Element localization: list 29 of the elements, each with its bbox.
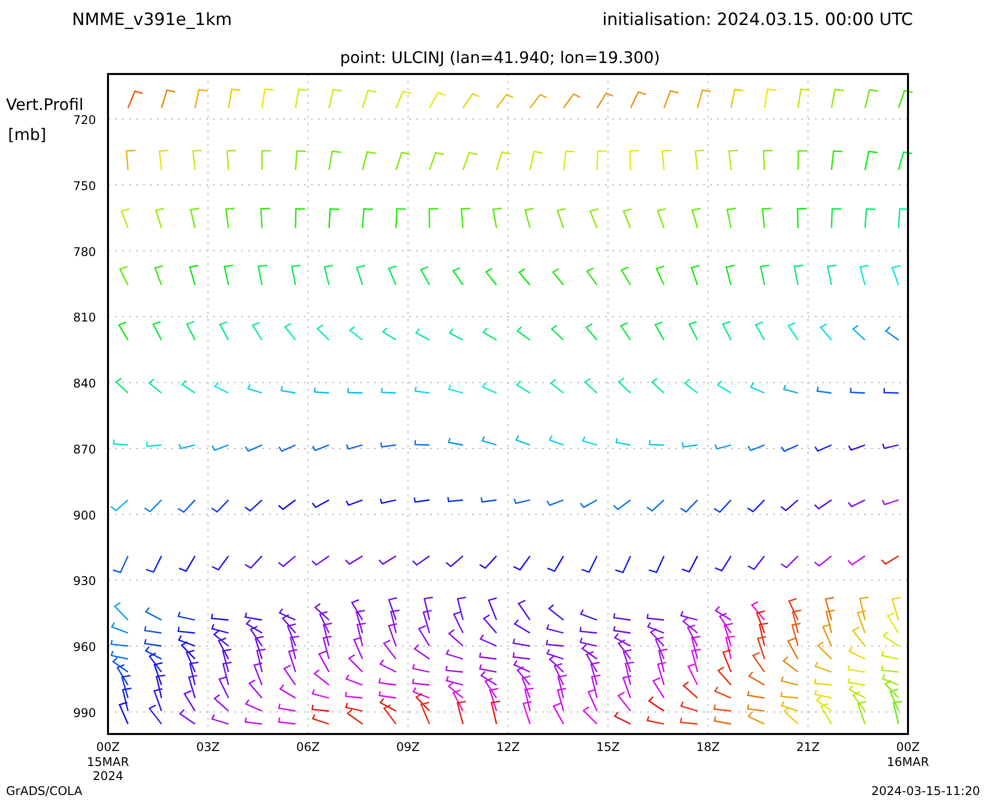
point-location: point: ULCINJ (lan=41.940; lon=19.300) — [340, 48, 660, 67]
x-tick-label: 12Z — [496, 740, 520, 754]
date-label: 15MAR — [86, 755, 130, 769]
y-tick-label: 720 — [73, 113, 96, 127]
x-tick-label: 00Z — [96, 740, 120, 754]
date-label: 16MAR — [886, 755, 930, 769]
timestamp: 2024-03-15-11:20 — [871, 784, 980, 798]
x-tick-label: 00Z — [896, 740, 920, 754]
x-tick-label: 09Z — [396, 740, 420, 754]
x-tick-label: 06Z — [296, 740, 320, 754]
date-label: 2024 — [92, 769, 124, 783]
model-title: NMME_v391e_1km — [72, 10, 232, 30]
y-tick-label: 960 — [73, 640, 96, 654]
y-tick-label: 810 — [73, 310, 96, 325]
x-tick-label: 03Z — [196, 740, 220, 754]
x-tick-label: 21Z — [796, 740, 820, 754]
software-credit: GrADS/COLA — [6, 784, 82, 798]
y-axis-unit: [mb] — [8, 125, 46, 144]
y-tick-label: 780 — [73, 244, 96, 259]
y-tick-label: 750 — [73, 178, 96, 193]
x-tick-label: 15Z — [596, 740, 620, 754]
y-tick-label: 870 — [73, 442, 96, 456]
y-tick-label: 900 — [73, 508, 96, 522]
y-tick-label: 840 — [73, 376, 96, 391]
x-tick-label: 18Z — [696, 740, 720, 754]
initialisation-time: initialisation: 2024.03.15. 00:00 UTC — [602, 10, 913, 30]
y-tick-label: 930 — [73, 574, 96, 588]
y-axis-label: Vert.Profil — [6, 95, 84, 114]
y-tick-label: 990 — [73, 706, 96, 720]
